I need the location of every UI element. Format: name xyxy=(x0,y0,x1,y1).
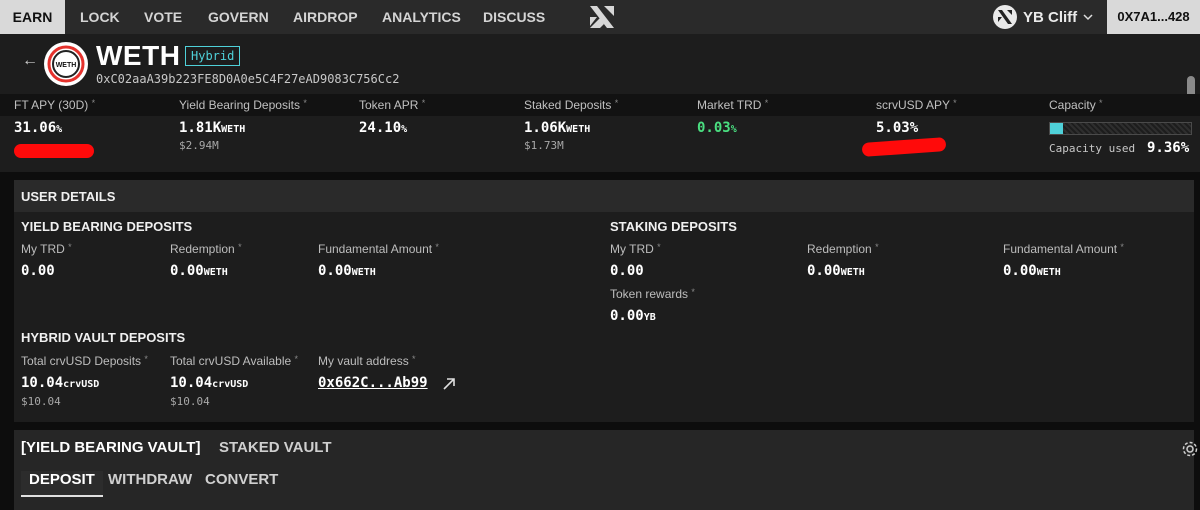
st-fundamental-value: 0.00WETH xyxy=(1003,263,1061,279)
hybrid-vault-deposits-title: HYBRID VAULT DEPOSITS xyxy=(21,330,186,345)
gear-icon[interactable] xyxy=(1181,440,1199,458)
total-crvusd-available-value: 10.04crvUSD xyxy=(170,375,249,391)
yield-bearing-deposits-value: 1.81KWETH xyxy=(179,120,246,136)
nav-analytics[interactable]: ANALYTICS xyxy=(382,0,461,34)
chevron-down-icon xyxy=(1083,14,1093,21)
back-arrow-icon[interactable]: ← xyxy=(22,52,38,70)
st-my-trd-label: My TRD * xyxy=(610,242,661,256)
user-details-panel: YIELD BEARING DEPOSITS My TRD * 0.00 Red… xyxy=(14,212,1194,422)
token-header: ← WETH WETH Hybrid 0xC02aaA39b223FE8D0A0… xyxy=(0,34,1200,121)
external-link-icon[interactable] xyxy=(442,377,456,391)
yb-my-trd-label: My TRD * xyxy=(21,242,72,256)
ft-apy-value: 31.06% xyxy=(14,120,63,136)
vault-address-link[interactable]: 0x662C...Ab99 xyxy=(318,375,428,391)
vault-panel: [YIELD BEARING VAULT] STAKED VAULT DEPOS… xyxy=(14,430,1198,510)
yield-bearing-deposits-label: Yield Bearing Deposits * xyxy=(179,98,307,112)
subtab-withdraw[interactable]: WITHDRAW xyxy=(108,471,192,488)
stats-labels-row: FT APY (30D) * Yield Bearing Deposits * … xyxy=(0,94,1200,116)
total-crvusd-deposits-usd: $10.04 xyxy=(21,395,61,408)
subtab-convert[interactable]: CONVERT xyxy=(205,471,278,488)
wallet-menu-button[interactable]: YB Cliff xyxy=(993,4,1093,30)
weth-logo-icon: WETH xyxy=(44,42,88,86)
nav-earn[interactable]: EARN xyxy=(0,0,65,34)
nav-vote[interactable]: VOTE xyxy=(144,0,182,34)
tab-staked-vault[interactable]: STAKED VAULT xyxy=(219,439,332,456)
vault-address-label: My vault address * xyxy=(318,354,416,368)
st-redemption-label: Redemption * xyxy=(807,242,879,256)
capacity-used-value: 9.36% xyxy=(1147,140,1190,156)
wallet-name: YB Cliff xyxy=(1023,8,1078,26)
capacity-label: Capacity * xyxy=(1049,98,1103,112)
staking-deposits-title: STAKING DEPOSITS xyxy=(610,219,737,234)
st-my-trd-value: 0.00 xyxy=(610,263,644,279)
st-token-rewards-label: Token rewards * xyxy=(610,287,695,301)
market-trd-label: Market TRD * xyxy=(697,98,769,112)
market-trd-value: 0.03% xyxy=(697,120,737,136)
staked-deposits-usd: $1.73M xyxy=(524,139,564,152)
yb-redemption-value: 0.00WETH xyxy=(170,263,228,279)
top-nav: EARN LOCK VOTE GOVERN AIRDROP ANALYTICS … xyxy=(0,0,1200,34)
svg-text:WETH: WETH xyxy=(56,62,77,69)
total-crvusd-deposits-label: Total crvUSD Deposits * xyxy=(21,354,148,368)
wallet-avatar-icon xyxy=(993,5,1017,29)
yb-my-trd-value: 0.00 xyxy=(21,263,55,279)
yb-fundamental-label: Fundamental Amount * xyxy=(318,242,439,256)
st-redemption-value: 0.00WETH xyxy=(807,263,865,279)
token-name: WETH xyxy=(96,40,181,71)
stats-values-row: 31.06% 1.81KWETH $2.94M 24.10% 1.06KWETH… xyxy=(0,116,1200,172)
ft-apy-label: FT APY (30D) * xyxy=(14,98,96,112)
st-fundamental-label: Fundamental Amount * xyxy=(1003,242,1124,256)
staked-deposits-value: 1.06KWETH xyxy=(524,120,591,136)
yb-fundamental-value: 0.00WETH xyxy=(318,263,376,279)
scrvusd-apy-value: 5.03% xyxy=(876,120,919,136)
subtab-deposit[interactable]: DEPOSIT xyxy=(21,471,103,497)
app-logo-icon[interactable] xyxy=(588,4,616,30)
nav-airdrop[interactable]: AIRDROP xyxy=(293,0,358,34)
token-apr-label: Token APR * xyxy=(359,98,426,112)
nav-lock[interactable]: LOCK xyxy=(80,0,120,34)
token-address: 0xC02aaA39b223FE8D0A0e5C4F27eAD9083C756C… xyxy=(96,72,400,86)
total-crvusd-deposits-value: 10.04crvUSD xyxy=(21,375,100,391)
nav-discuss[interactable]: DISCUSS xyxy=(483,0,545,34)
user-details-title: USER DETAILS xyxy=(21,189,116,204)
yield-bearing-deposits-usd: $2.94M xyxy=(179,139,219,152)
capacity-bar xyxy=(1049,122,1192,135)
st-token-rewards-value: 0.00YB xyxy=(610,308,656,324)
nav-govern[interactable]: GOVERN xyxy=(208,0,269,34)
yb-redemption-label: Redemption * xyxy=(170,242,242,256)
total-crvusd-available-usd: $10.04 xyxy=(170,395,210,408)
capacity-used-label: Capacity used xyxy=(1049,142,1136,155)
redaction-mark xyxy=(861,137,947,157)
hybrid-badge: Hybrid xyxy=(185,46,241,66)
yield-bearing-deposits-title: YIELD BEARING DEPOSITS xyxy=(21,219,193,234)
redaction-mark xyxy=(14,144,94,158)
user-details-header: USER DETAILS xyxy=(14,180,1194,212)
staked-deposits-label: Staked Deposits * xyxy=(524,98,619,112)
scrvusd-apy-label: scrvUSD APY * xyxy=(876,98,957,112)
total-crvusd-available-label: Total crvUSD Available * xyxy=(170,354,299,368)
tab-yield-bearing-vault[interactable]: [YIELD BEARING VAULT] xyxy=(21,439,200,456)
connected-address-button[interactable]: 0X7A1...428 xyxy=(1107,0,1200,34)
token-apr-value: 24.10% xyxy=(359,120,408,136)
capacity-bar-fill xyxy=(1050,123,1064,134)
